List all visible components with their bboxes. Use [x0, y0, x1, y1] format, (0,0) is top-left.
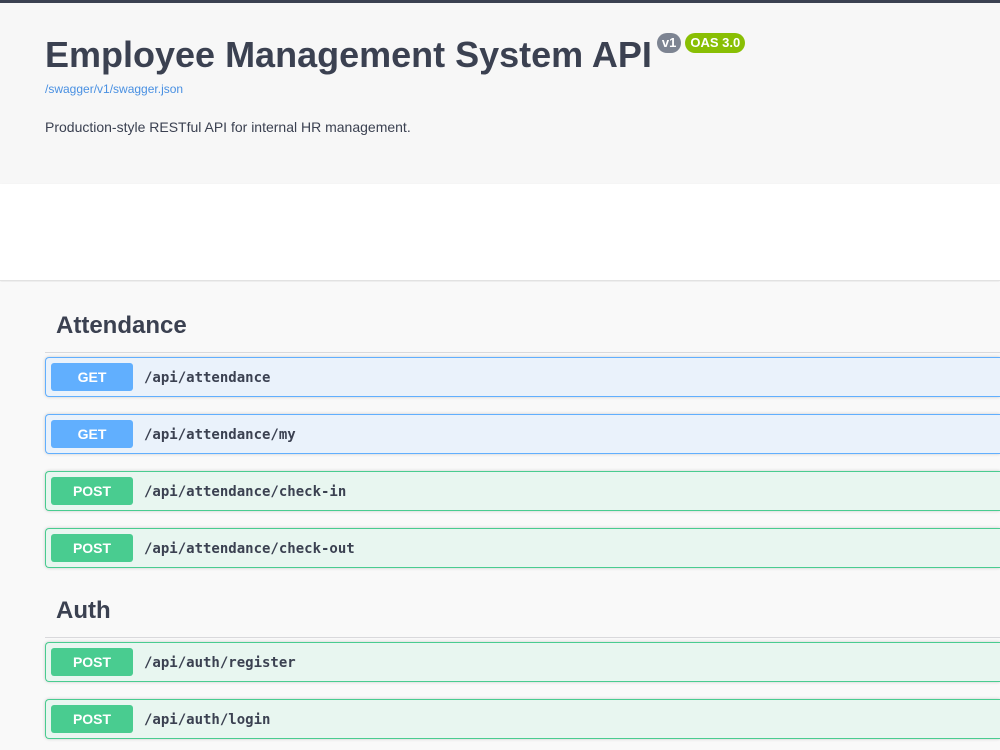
tag-header-auth[interactable]: Auth — [45, 567, 1000, 638]
operations-area: Attendance GET /api/attendance GET /api/… — [0, 282, 1000, 750]
method-badge: POST — [51, 705, 133, 733]
tag-header-attendance[interactable]: Attendance — [45, 282, 1000, 353]
tag-title-attendance: Attendance — [56, 312, 187, 339]
operation-path: /api/auth/register — [144, 655, 296, 671]
method-badge: GET — [51, 363, 133, 391]
method-badge: POST — [51, 534, 133, 562]
tag-title-auth: Auth — [56, 597, 111, 624]
operation-post-auth-register[interactable]: POST /api/auth/register — [45, 642, 1000, 682]
operation-post-attendance-check-out[interactable]: POST /api/attendance/check-out — [45, 528, 1000, 568]
operation-path: /api/attendance/my — [144, 427, 296, 443]
scheme-container — [0, 184, 1000, 281]
title-row: Employee Management System API v1 OAS 3.0 — [45, 33, 746, 77]
method-badge: POST — [51, 477, 133, 505]
method-badge: GET — [51, 420, 133, 448]
operation-path: /api/attendance — [144, 370, 271, 386]
method-badge: POST — [51, 648, 133, 676]
swagger-json-link[interactable]: /swagger/v1/swagger.json — [45, 82, 183, 96]
operation-path: /api/auth/login — [144, 712, 271, 728]
operation-get-attendance[interactable]: GET /api/attendance — [45, 357, 1000, 397]
operation-post-attendance-check-in[interactable]: POST /api/attendance/check-in — [45, 471, 1000, 511]
api-title: Employee Management System API — [45, 34, 652, 75]
version-badge: v1 — [656, 33, 682, 53]
operation-get-attendance-my[interactable]: GET /api/attendance/my — [45, 414, 1000, 454]
oas-badge: OAS 3.0 — [685, 33, 746, 53]
api-info-section: Employee Management System API v1 OAS 3.0 … — [0, 3, 1000, 184]
operation-path: /api/attendance/check-in — [144, 484, 347, 500]
operation-path: /api/attendance/check-out — [144, 541, 355, 557]
api-description: Production-style RESTful API for interna… — [45, 119, 411, 135]
operation-post-auth-login[interactable]: POST /api/auth/login — [45, 699, 1000, 739]
